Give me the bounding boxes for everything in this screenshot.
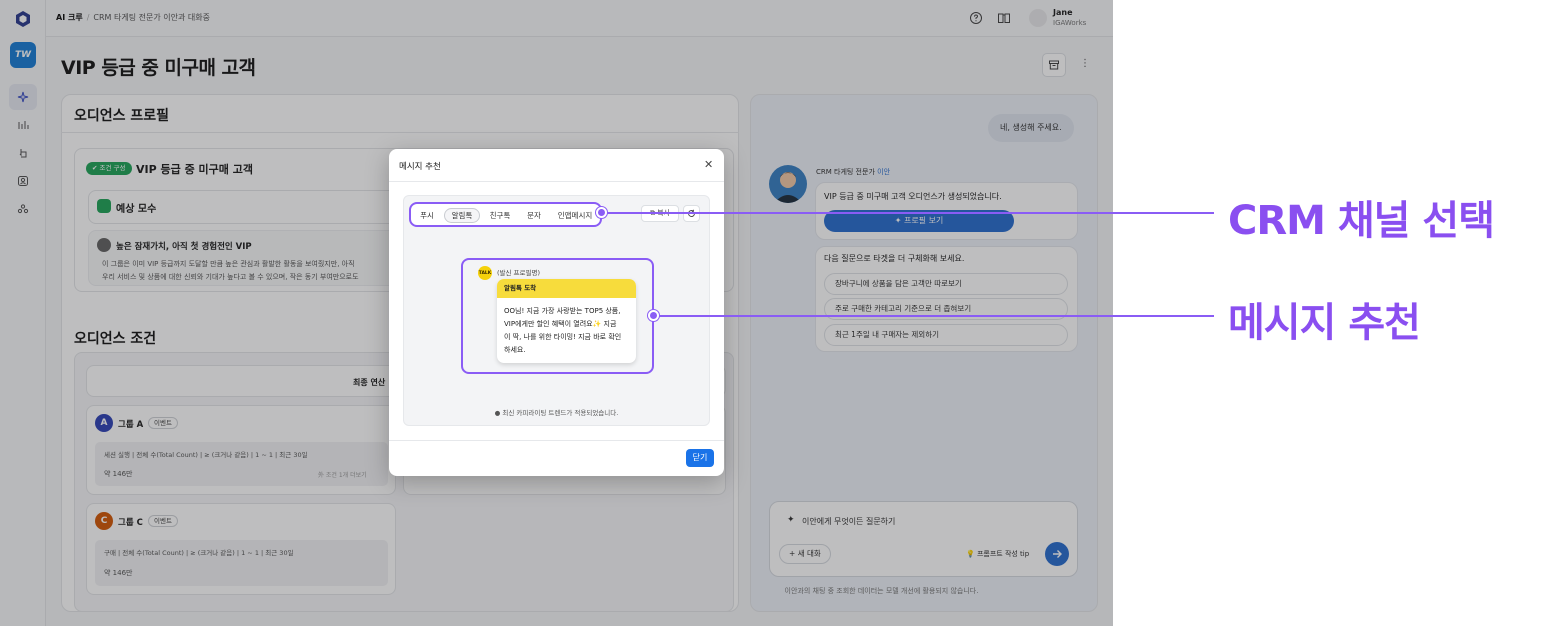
sender-profile: (발신 프로필명) bbox=[497, 269, 541, 277]
close-button[interactable]: 닫기 bbox=[686, 449, 714, 467]
callout-line-channel bbox=[602, 212, 1214, 214]
alimtalk-message-card: 알림톡 도착 OO님! 지금 가장 사랑받는 TOP5 상품, VIP에게만 할… bbox=[497, 279, 636, 363]
callout-dot-channel bbox=[596, 207, 607, 218]
callout-label-channel: CRM 채널 선택 bbox=[1228, 198, 1495, 244]
tab-sms[interactable]: 문자 bbox=[521, 208, 547, 223]
modal-title: 메시지 추천 bbox=[399, 162, 441, 172]
callout-label-message: 메시지 추천 bbox=[1228, 300, 1421, 346]
callout-dot-message bbox=[648, 310, 659, 321]
tab-inapp[interactable]: 인앱메시지 bbox=[551, 208, 599, 223]
tab-friendtalk[interactable]: 친구톡 bbox=[484, 208, 516, 223]
divider bbox=[389, 181, 724, 182]
message-body: OO님! 지금 가장 사랑받는 TOP5 상품, VIP에게만 할인 혜택이 열… bbox=[504, 307, 622, 354]
callout-line-message bbox=[654, 315, 1214, 317]
kakao-talk-icon: TALK bbox=[478, 266, 492, 280]
tab-alimtalk[interactable]: 알림톡 bbox=[444, 208, 480, 223]
message-header: 알림톡 도착 bbox=[497, 279, 636, 298]
close-icon[interactable]: ✕ bbox=[704, 159, 713, 170]
message-recommend-modal: 메시지 추천 ✕ 푸시 알림톡 친구톡 문자 인앱메시지 ⧉ 복사 TALK (… bbox=[389, 149, 724, 476]
tab-push[interactable]: 푸시 bbox=[416, 208, 438, 223]
channel-tabs: 푸시 알림톡 친구톡 문자 인앱메시지 bbox=[409, 202, 602, 227]
trend-note: ● 최신 카피라이팅 트렌드가 적용되었습니다. bbox=[494, 409, 619, 417]
divider bbox=[389, 440, 724, 441]
